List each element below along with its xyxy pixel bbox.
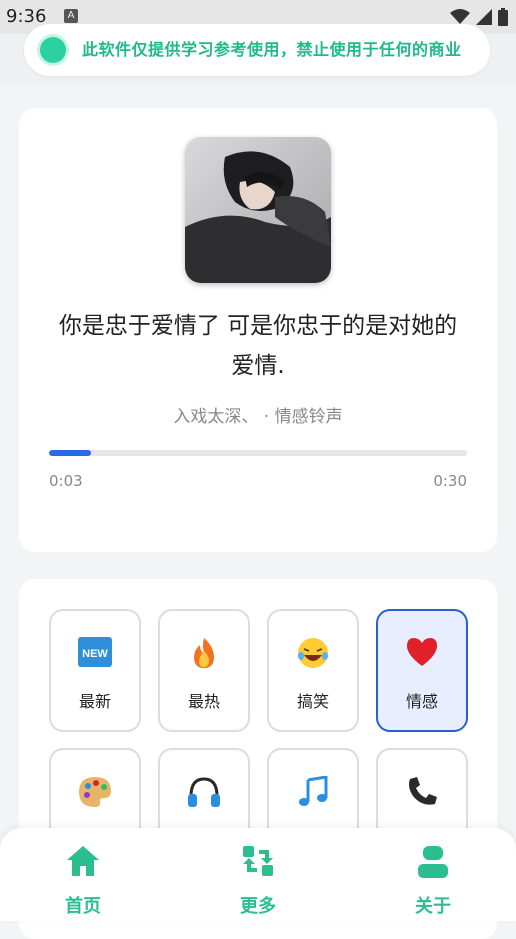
category-label: 情感 <box>405 692 438 711</box>
notification-a-icon: A <box>64 9 78 23</box>
category-item[interactable]: 搞笑 <box>267 609 359 732</box>
signal-icon <box>476 9 492 25</box>
category-item[interactable]: 情感 <box>376 609 468 732</box>
category-item[interactable]: 最热 <box>158 609 250 732</box>
category-item[interactable]: NEW 最新 <box>49 609 141 732</box>
nav-home[interactable]: 首页 <box>38 844 128 918</box>
category-label: 最热 <box>187 692 220 711</box>
song-subtitle: 入戏太深、 · 情感铃声 <box>173 407 343 427</box>
progress-bar[interactable] <box>49 450 467 456</box>
fire-icon <box>160 637 248 669</box>
new-icon: NEW <box>51 637 139 669</box>
nav-about[interactable]: 关于 <box>388 844 478 918</box>
player-card: 你是忠于爱情了 可是你忠于的是对她的爱情. 入戏太深、 · 情感铃声 0:03 … <box>19 108 497 552</box>
status-time: 9:36 <box>6 6 47 27</box>
progress-fill <box>49 450 91 456</box>
notice-text: 此软件仅提供学习参考使用，禁止使用于任何的商业 <box>82 40 462 59</box>
nav-more-label: 更多 <box>240 896 276 917</box>
headphones-icon <box>160 776 248 808</box>
total-duration: 0:30 <box>433 472 467 490</box>
user-icon <box>418 846 448 878</box>
song-title: 你是忠于爱情了 可是你忠于的是对她的爱情. <box>58 313 458 379</box>
refresh-icon <box>243 846 273 876</box>
wifi-icon <box>450 9 470 24</box>
category-label: 最新 <box>78 692 111 711</box>
notice-banner: 此软件仅提供学习参考使用，禁止使用于任何的商业 <box>24 24 490 76</box>
bottom-nav: 首页 更多 关于 <box>0 828 516 921</box>
nav-more[interactable]: 更多 <box>213 844 303 918</box>
nav-home-label: 首页 <box>65 896 101 917</box>
nav-about-label: 关于 <box>415 896 451 917</box>
svg-text:NEW: NEW <box>82 648 108 660</box>
heart-icon <box>378 637 466 669</box>
cover-image[interactable] <box>185 137 331 283</box>
category-label: 搞笑 <box>296 692 329 711</box>
phone-icon <box>378 776 466 808</box>
elapsed-time: 0:03 <box>49 472 83 490</box>
battery-icon <box>498 8 508 26</box>
home-icon <box>67 846 99 876</box>
notice-dot-icon <box>40 37 66 63</box>
music-note-icon <box>269 775 357 808</box>
palette-icon <box>51 776 139 808</box>
laughing-face-icon <box>269 637 357 669</box>
